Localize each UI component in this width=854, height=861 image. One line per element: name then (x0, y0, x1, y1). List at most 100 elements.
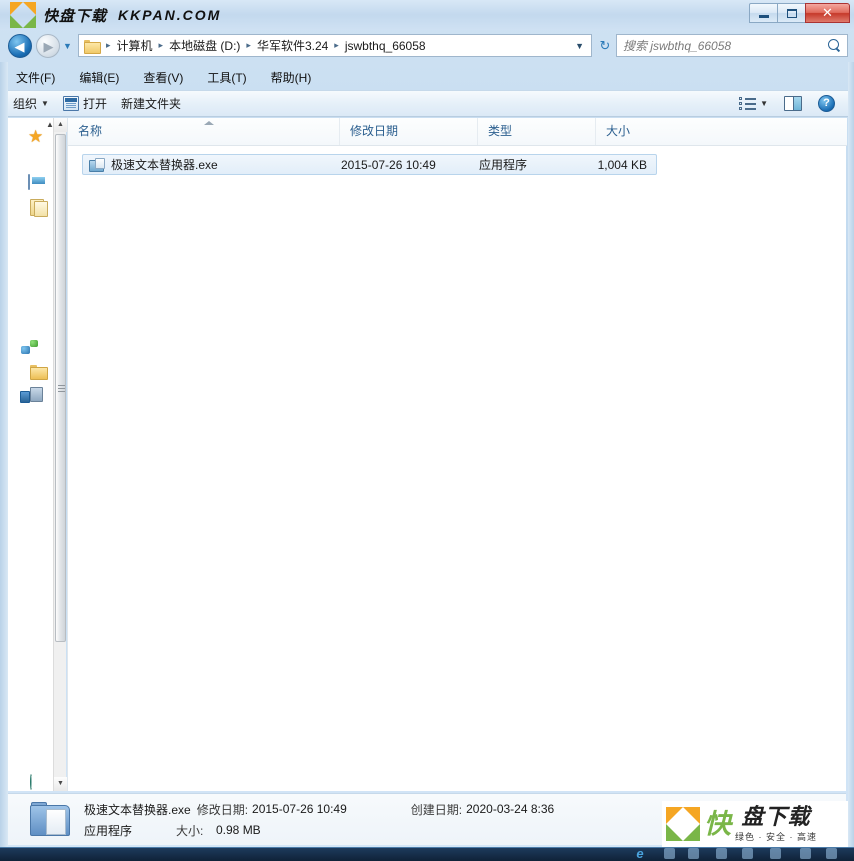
column-header-name-label: 名称 (78, 124, 103, 138)
brand-name-en: KKPAN.COM (118, 7, 222, 23)
watermark-title: 盘下载 (741, 803, 811, 829)
taskbar-item[interactable] (800, 848, 811, 859)
column-header-type-label: 类型 (488, 124, 513, 138)
taskbar-item[interactable] (664, 848, 675, 859)
watermark-logo: 快 盘下载 绿色 · 安全 · 高速 (662, 801, 848, 847)
back-arrow-icon: ◀ (14, 38, 25, 54)
details-modified-label: 修改日期: (196, 802, 249, 817)
menu-item-view[interactable]: 查看(V) (141, 66, 185, 89)
window-left-edge (0, 62, 8, 847)
breadcrumb-separator[interactable]: ▸ (156, 40, 167, 51)
menu-item-edit[interactable]: 编辑(E) (77, 66, 121, 89)
favorites-star-icon[interactable]: ★ (28, 128, 43, 145)
table-row[interactable]: 极速文本替换器.exe 2015-07-26 10:49 应用程序 1,004 … (82, 154, 657, 175)
taskbar-item[interactable] (742, 848, 753, 859)
search-icon[interactable] (828, 39, 841, 52)
organize-label: 组织 (13, 97, 38, 111)
menu-item-help[interactable]: 帮助(H) (269, 66, 314, 89)
back-button[interactable]: ◀ (8, 34, 32, 58)
folder-with-file-icon (30, 800, 74, 840)
refresh-button[interactable]: ↻ (596, 37, 614, 55)
history-dropdown-button[interactable]: ▼ (63, 41, 72, 51)
breadcrumb-item-computer[interactable]: 计算机 (114, 35, 156, 56)
globe-icon[interactable] (30, 774, 32, 790)
breadcrumb-separator[interactable]: ▸ (331, 40, 342, 51)
close-icon: ✕ (822, 5, 833, 21)
breadcrumb-separator[interactable]: ▸ (103, 40, 114, 51)
window-controls: ✕ (749, 3, 850, 23)
view-mode-button[interactable]: ▼ (732, 94, 775, 114)
chevron-down-icon: ▼ (41, 99, 49, 108)
menu-item-file[interactable]: 文件(F) (14, 66, 57, 89)
kkpan-logo-icon (666, 807, 700, 841)
breadcrumb-item-huajun[interactable]: 华军软件3.24 (254, 35, 331, 56)
details-created-label: 创建日期: (410, 802, 463, 817)
column-header-type[interactable]: 类型 (478, 118, 596, 145)
file-list-pane[interactable]: 名称 修改日期 类型 大小 极速文本替换器.exe 2015-07-26 10:… (67, 118, 847, 791)
minimize-button[interactable] (749, 3, 778, 23)
column-header-date[interactable]: 修改日期 (340, 118, 478, 145)
file-date-cell: 2015-07-26 10:49 (341, 157, 436, 172)
taskbar-item[interactable] (826, 848, 837, 859)
breadcrumb-item-drive-d[interactable]: 本地磁盘 (D:) (166, 35, 243, 56)
menu-bar: 文件(F) 编辑(E) 查看(V) 工具(T) 帮助(H) (0, 64, 854, 90)
chevron-down-icon[interactable]: ▼ (575, 41, 588, 51)
address-bar-row: ◀ ▶ ▼ ▸ 计算机 ▸ 本地磁盘 (D:) ▸ 华军软件3.24 ▸ jsw… (0, 30, 854, 62)
forward-button[interactable]: ▶ (36, 34, 60, 58)
kkpan-logo-icon (10, 2, 36, 28)
new-folder-label: 新建文件夹 (120, 97, 181, 111)
maximize-icon (786, 8, 797, 18)
help-button[interactable]: ? (811, 92, 842, 115)
taskbar-item[interactable] (770, 848, 781, 859)
scroll-down-button[interactable]: ▼ (54, 777, 67, 791)
search-box[interactable]: 搜索 jswbthq_66058 (616, 34, 848, 57)
menu-item-tools[interactable]: 工具(T) (205, 66, 248, 89)
scrollbar-grip-icon (58, 385, 65, 392)
toolbar: 组织 ▼ 打开 新建文件夹 ▼ ? (0, 90, 854, 117)
address-bar[interactable]: ▸ 计算机 ▸ 本地磁盘 (D:) ▸ 华军软件3.24 ▸ jswbthq_6… (78, 34, 592, 57)
desktop-icon[interactable] (28, 174, 30, 190)
column-header-size-label: 大小 (606, 124, 631, 138)
folder-icon (84, 39, 101, 54)
taskbar-item[interactable] (716, 848, 727, 859)
exe-file-icon (89, 157, 105, 172)
file-name-cell[interactable]: 极速文本替换器.exe (83, 156, 341, 173)
explorer-window: 快盘下载 KKPAN.COM ✕ ◀ ▶ ▼ ▸ 计算机 ▸ 本地磁盘 (D:)… (0, 0, 854, 861)
details-size-value: 0.98 MB (216, 823, 261, 837)
details-size-label: 大小: (176, 823, 204, 838)
watermark-text-group: 盘下载 绿色 · 安全 · 高速 (735, 805, 817, 843)
scrollbar-thumb[interactable] (55, 134, 66, 642)
details-file-name: 极速文本替换器.exe (84, 802, 191, 817)
column-header-name[interactable]: 名称 (68, 118, 340, 145)
preview-pane-button[interactable] (777, 93, 809, 114)
maximize-button[interactable] (777, 3, 806, 23)
new-folder-button[interactable]: 新建文件夹 (114, 92, 188, 115)
brand-name-cn: 快盘下载 (43, 7, 108, 25)
scroll-up-button[interactable]: ▲ (54, 118, 67, 132)
breadcrumb-separator[interactable]: ▸ (243, 40, 254, 51)
open-button[interactable]: 打开 (56, 92, 114, 115)
open-icon (62, 96, 79, 111)
navigation-pane-scrollbar[interactable]: ▲ ▼ (53, 118, 67, 791)
collapse-caret-icon[interactable]: ▲ (46, 120, 53, 129)
file-name-label: 极速文本替换器.exe (111, 158, 218, 172)
forward-arrow-icon: ▶ (43, 38, 54, 54)
sort-ascending-icon (204, 121, 214, 125)
navigation-pane: ★ ▲ ▲ ▼ (8, 118, 67, 791)
taskbar: e (0, 847, 854, 861)
toolbar-right-group: ▼ ? (732, 92, 848, 115)
column-header-date-label: 修改日期 (350, 124, 399, 138)
preview-pane-icon (784, 96, 802, 111)
close-button[interactable]: ✕ (805, 3, 850, 23)
details-modified-value: 2015-07-26 10:49 (252, 802, 347, 816)
minimize-icon (758, 14, 769, 18)
details-line-2: 应用程序 大小: 0.98 MB (84, 822, 554, 839)
view-list-icon (739, 96, 757, 111)
column-header-size[interactable]: 大小 (596, 118, 716, 145)
breadcrumb-item-current-folder[interactable]: jswbthq_66058 (342, 37, 429, 55)
column-header-row: 名称 修改日期 类型 大小 (68, 118, 847, 146)
organize-button[interactable]: 组织 ▼ (6, 92, 56, 115)
search-input[interactable]: 搜索 jswbthq_66058 (623, 37, 828, 54)
internet-explorer-icon[interactable]: e (628, 847, 652, 861)
taskbar-item[interactable] (688, 848, 699, 859)
